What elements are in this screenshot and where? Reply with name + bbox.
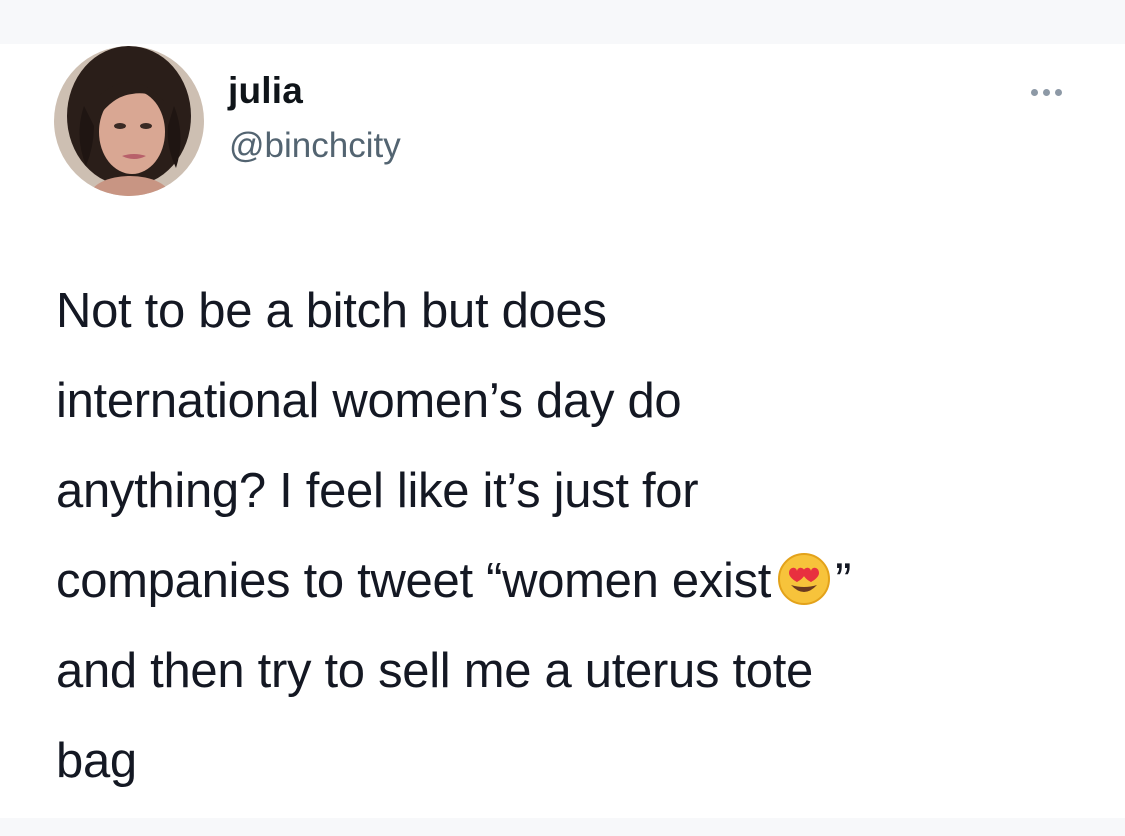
tweet-line-text: companies to tweet “women exist [56, 554, 772, 608]
author-display-name[interactable]: julia [228, 70, 303, 112]
tweet-line: Not to be a bitch but does [56, 284, 607, 338]
tweet-line: bag [56, 734, 137, 788]
ellipsis-icon-dot [1042, 88, 1050, 96]
tweet-line: anything? I feel like it’s just for [56, 464, 699, 518]
tweet-line: companies to tweet “women exist ” [56, 536, 1086, 626]
tweet-line: international women’s day do [56, 374, 682, 428]
author-handle[interactable]: @binchcity [229, 126, 401, 166]
heart-eyes-emoji-icon [777, 552, 831, 606]
author-avatar[interactable] [54, 46, 204, 196]
tweet-text: Not to be a bitch but does international… [56, 266, 1086, 806]
avatar-photo-icon [54, 46, 204, 196]
tweet-line: and then try to sell me a uterus tote [56, 644, 813, 698]
ellipsis-icon-dot [1030, 88, 1038, 96]
bottom-strip [0, 818, 1125, 836]
top-strip [0, 0, 1125, 44]
ellipsis-icon-dot [1054, 88, 1062, 96]
more-options-button[interactable] [1018, 80, 1074, 104]
closing-quote: ” [835, 554, 852, 608]
